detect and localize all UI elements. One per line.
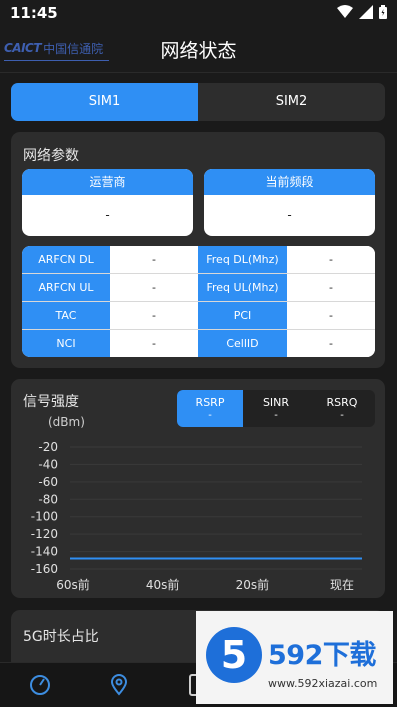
status-bar: 11:45: [0, 0, 397, 26]
table-row: TAC - PCI -: [22, 302, 375, 329]
operator-box: 运营商 -: [22, 169, 193, 236]
page-title: 网络状态: [160, 40, 237, 62]
param-value: -: [287, 246, 375, 273]
y-tick-label: -20: [38, 440, 58, 454]
y-tick-label: -140: [31, 545, 58, 559]
battery-icon: [379, 5, 387, 19]
band-box: 当前频段 -: [204, 169, 375, 236]
param-value: -: [110, 274, 198, 301]
y-tick-label: -80: [38, 492, 58, 506]
y-tick-label: -100: [31, 510, 58, 524]
map-pin-icon[interactable]: [107, 673, 131, 697]
table-row: ARFCN DL - Freq DL(Mhz) -: [22, 246, 375, 273]
speedometer-icon[interactable]: [28, 673, 52, 697]
watermark-url: www.592xiazai.com: [268, 677, 378, 690]
status-time: 11:45: [10, 4, 58, 22]
network-params-title: 网络参数: [23, 148, 79, 164]
param-key: ARFCN UL: [22, 274, 110, 301]
x-tick-label: 60s前: [56, 577, 90, 592]
tab-sim1[interactable]: SIM1: [11, 83, 198, 121]
operator-label: 运营商: [22, 169, 193, 195]
y-tick-label: -60: [38, 475, 58, 489]
watermark-badge-number: 5: [220, 633, 248, 677]
5g-share-title: 5G时长占比: [23, 629, 99, 645]
x-tick-label: 40s前: [146, 577, 180, 592]
param-value: -: [110, 302, 198, 329]
param-value: -: [287, 330, 375, 357]
x-tick-label: 20s前: [236, 577, 270, 592]
param-key: TAC: [22, 302, 110, 329]
status-icons: [337, 5, 387, 19]
table-row: ARFCN UL - Freq UL(Mhz) -: [22, 274, 375, 301]
x-tick-label: 现在: [330, 578, 354, 592]
param-value: -: [287, 302, 375, 329]
sim-tabs: SIM1 SIM2: [11, 83, 385, 121]
signal-icon: [359, 5, 373, 19]
param-value: -: [110, 246, 198, 273]
y-tick-label: -160: [31, 562, 58, 576]
signal-card: 信号强度 (dBm) RSRP - SINR - RSRQ - -20 -40 -6…: [11, 379, 385, 598]
table-row: NCI - CellID -: [22, 330, 375, 357]
param-key: Freq UL(Mhz): [198, 274, 287, 301]
watermark-brand: 592下载: [268, 640, 376, 671]
param-key: CellID: [198, 330, 287, 357]
param-key: Freq DL(Mhz): [198, 246, 287, 273]
signal-chart: -20 -40 -60 -80 -100 -120 -140 -16060s前 40s前 20s前…: [31, 440, 362, 592]
y-tick-label: -40: [38, 457, 58, 471]
param-value: -: [110, 330, 198, 357]
param-key: ARFCN DL: [22, 246, 110, 273]
operator-value: -: [105, 208, 110, 222]
wifi-icon: [337, 5, 353, 18]
app-header: CAICT 中国信通院 网络状态: [0, 26, 397, 73]
band-label: 当前频段: [204, 169, 375, 195]
param-table: ARFCN DL - Freq DL(Mhz) - ARFCN UL - Fre…: [22, 246, 375, 357]
watermark: 5 592下载 www.592xiazai.com: [196, 611, 393, 704]
tab-sim2[interactable]: SIM2: [198, 83, 385, 121]
band-value: -: [287, 208, 292, 222]
param-key: NCI: [22, 330, 110, 357]
param-key: PCI: [198, 302, 287, 329]
network-params-card: 网络参数 运营商 - 当前频段 - ARFCN DL - Freq DL(Mhz…: [11, 132, 385, 368]
param-value: -: [287, 274, 375, 301]
y-tick-label: -120: [31, 527, 58, 541]
